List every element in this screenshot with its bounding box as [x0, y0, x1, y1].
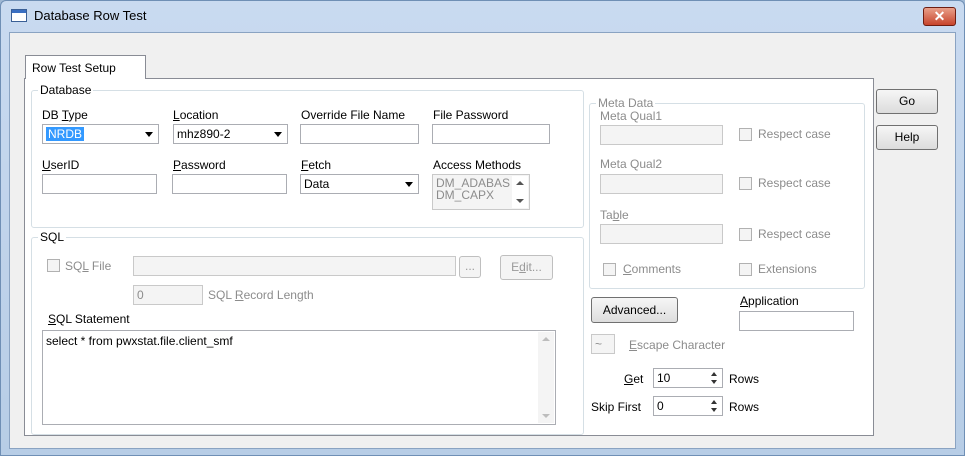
db-type-value: NRDB: [46, 127, 85, 141]
override-file-name-input[interactable]: [300, 124, 419, 144]
chevron-down-icon[interactable]: [401, 176, 417, 192]
meta-qual2-input[interactable]: [600, 174, 723, 194]
meta-qual2-respect-case-checkbox[interactable]: [739, 177, 752, 190]
table-label: Table: [600, 208, 629, 222]
escape-character-input[interactable]: ~: [591, 334, 615, 354]
db-type-label: DB Type: [42, 108, 88, 122]
fetch-combo[interactable]: Data: [300, 174, 419, 194]
tab-row-test-setup[interactable]: Row Test Setup: [25, 55, 146, 79]
comments-checkbox[interactable]: [603, 263, 616, 276]
db-type-combo[interactable]: NRDB: [42, 124, 159, 144]
escape-character-label: Escape Character: [629, 338, 726, 352]
app-icon: [11, 9, 27, 22]
dialog-client: Row Test Setup Database DB Type NRDB Loc…: [9, 32, 956, 449]
sql-legend: SQL: [38, 230, 67, 244]
table-respect-case-label: Respect case: [758, 227, 831, 241]
get-label: Get: [624, 372, 644, 386]
skip-first-spinner[interactable]: 0: [653, 396, 723, 416]
password-input[interactable]: [172, 174, 287, 194]
spin-down-icon[interactable]: [707, 406, 721, 414]
sql-file-checkbox[interactable]: [47, 259, 60, 272]
edit-button[interactable]: Edit...: [500, 255, 553, 280]
scroll-down-icon[interactable]: [542, 414, 550, 418]
meta-data-group: Meta Data Meta Qual1 Respect case Meta Q…: [589, 96, 865, 289]
spin-up-icon[interactable]: [707, 370, 721, 378]
userid-input[interactable]: [42, 174, 157, 194]
meta-qual1-label: Meta Qual1: [600, 109, 663, 123]
table-input[interactable]: [600, 224, 723, 244]
go-button[interactable]: Go: [876, 89, 938, 114]
scroll-down-icon[interactable]: [516, 199, 524, 203]
database-legend: Database: [38, 83, 94, 97]
get-rows-spinner[interactable]: 10: [653, 368, 723, 388]
close-button[interactable]: ✕: [923, 7, 956, 26]
sql-statement-label: SQL Statement: [48, 312, 130, 326]
location-combo[interactable]: mhz890-2: [173, 124, 288, 144]
meta-qual1-respect-case-checkbox[interactable]: [739, 128, 752, 141]
spin-up-icon[interactable]: [707, 398, 721, 406]
scroll-up-icon[interactable]: [542, 337, 550, 341]
userid-label: UserID: [42, 158, 80, 172]
sql-record-length-label: SQL Record Length: [208, 288, 314, 302]
extensions-label: Extensions: [758, 262, 817, 276]
meta-qual1-respect-case-label: Respect case: [758, 127, 831, 141]
dialog-window: Database Row Test ✕ Row Test Setup Datab…: [0, 0, 965, 456]
override-file-name-label: Override File Name: [301, 108, 406, 122]
access-methods-listbox[interactable]: DM_ADABAS DM_CAPX: [432, 174, 530, 210]
sql-statement-textarea[interactable]: select * from pwxstat.file.client_smf: [42, 330, 556, 425]
sql-statement-text: select * from pwxstat.file.client_smf: [46, 334, 233, 348]
fetch-value: Data: [304, 177, 330, 191]
meta-data-legend: Meta Data: [596, 96, 656, 110]
application-input[interactable]: [739, 311, 854, 331]
get-rows-unit: Rows: [729, 372, 760, 386]
sql-file-input[interactable]: [133, 256, 456, 276]
meta-qual2-label: Meta Qual2: [600, 157, 663, 171]
access-methods-label: Access Methods: [433, 158, 522, 172]
help-button[interactable]: Help: [876, 125, 938, 150]
location-label: Location: [173, 108, 219, 122]
spin-down-icon[interactable]: [707, 378, 721, 386]
comments-label: Comments: [623, 262, 682, 276]
file-password-input[interactable]: [432, 124, 550, 144]
skip-first-value: 0: [657, 399, 664, 413]
listbox-scrollbar[interactable]: [512, 176, 528, 208]
browse-button[interactable]: ...: [459, 256, 481, 278]
sql-group: SQL SQL File ... Edit... 0 SQL Record Le…: [31, 230, 584, 435]
advanced-button[interactable]: Advanced...: [591, 297, 678, 323]
close-icon: ✕: [933, 8, 946, 24]
fetch-label: Fetch: [301, 158, 332, 172]
skip-first-label: Skip First: [591, 400, 642, 414]
location-value: mhz890-2: [177, 127, 231, 141]
extensions-checkbox[interactable]: [739, 263, 752, 276]
window-title: Database Row Test: [34, 8, 147, 23]
skip-first-unit: Rows: [729, 400, 760, 414]
application-label: Application: [740, 294, 799, 308]
scroll-up-icon[interactable]: [516, 181, 524, 185]
get-rows-value: 10: [657, 371, 671, 385]
tab-panel: Database DB Type NRDB Location mhz890-2 …: [24, 78, 874, 436]
sql-file-label: SQL File: [65, 259, 112, 273]
meta-qual1-input[interactable]: [600, 125, 723, 145]
chevron-down-icon[interactable]: [270, 126, 286, 142]
table-respect-case-checkbox[interactable]: [739, 228, 752, 241]
get-rows-spin-buttons[interactable]: [707, 370, 721, 386]
sql-record-length-input[interactable]: 0: [133, 285, 203, 305]
tab-label: Row Test Setup: [32, 61, 116, 75]
chevron-down-icon[interactable]: [141, 126, 157, 142]
password-label: Password: [173, 158, 226, 172]
sql-statement-scrollbar[interactable]: [538, 332, 554, 423]
database-group: Database DB Type NRDB Location mhz890-2 …: [31, 83, 584, 228]
file-password-label: File Password: [433, 108, 509, 122]
title-bar[interactable]: Database Row Test ✕: [1, 1, 964, 31]
meta-qual2-respect-case-label: Respect case: [758, 176, 831, 190]
skip-first-spin-buttons[interactable]: [707, 398, 721, 414]
